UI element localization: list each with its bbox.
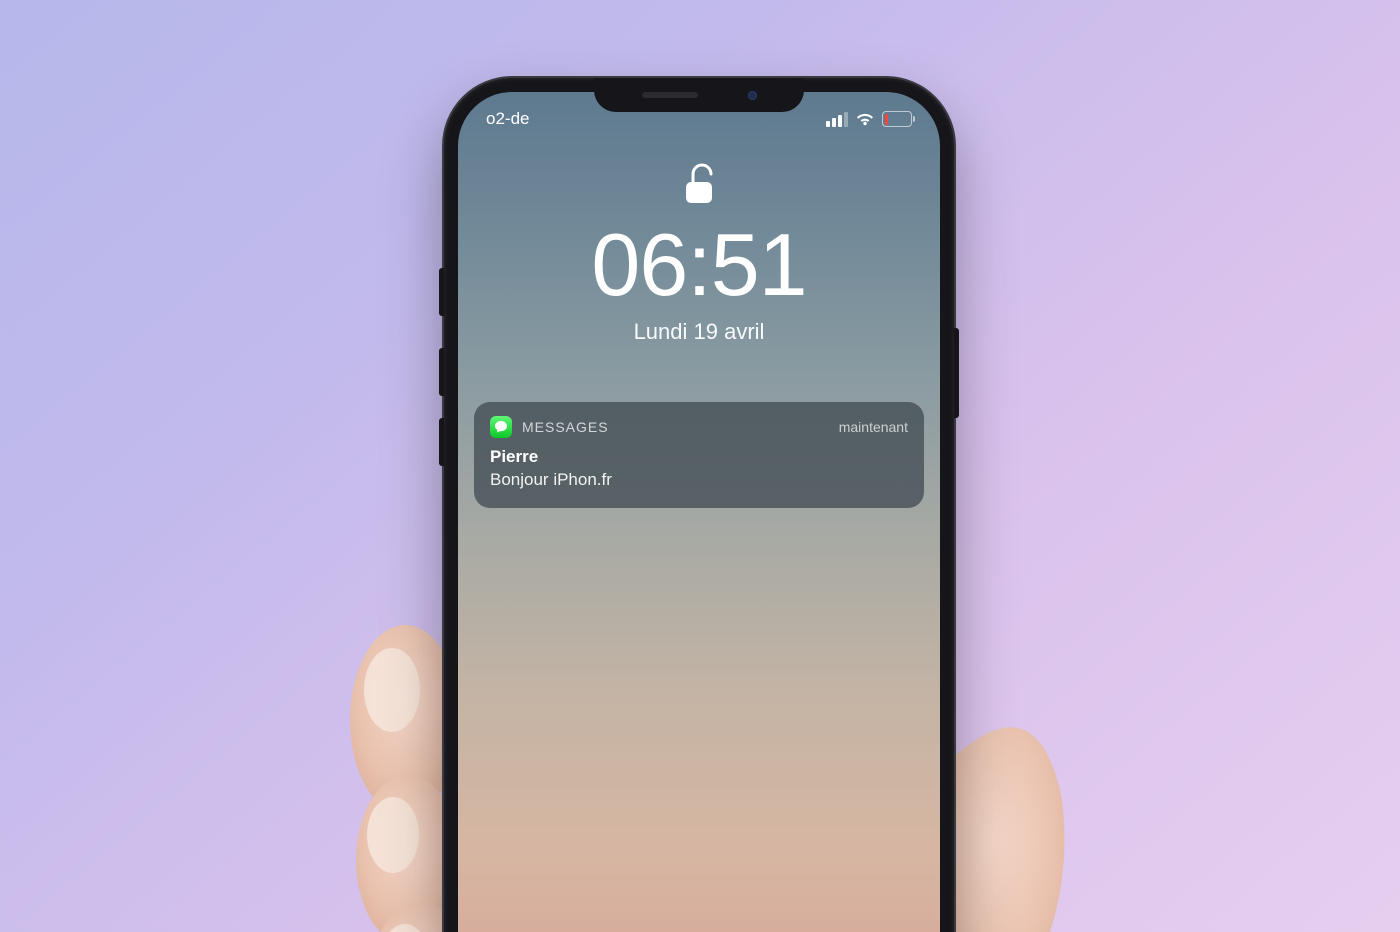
unlock-icon: [682, 162, 716, 211]
clock-time: 06:51: [458, 221, 940, 309]
phone-frame: o2-de 06:51 Lundi 19 avril: [444, 78, 954, 932]
wifi-icon: [855, 112, 875, 127]
cellular-signal-icon: [826, 112, 848, 127]
notification-sender: Pierre: [490, 446, 908, 469]
lock-screen[interactable]: o2-de 06:51 Lundi 19 avril: [458, 92, 940, 932]
notification-when: maintenant: [839, 419, 908, 435]
battery-icon: [882, 111, 912, 127]
messages-icon: [490, 416, 512, 438]
clock-date: Lundi 19 avril: [458, 319, 940, 345]
notch: [594, 78, 804, 112]
notification-message: Bonjour iPhon.fr: [490, 469, 908, 492]
carrier-label: o2-de: [486, 109, 529, 129]
notification-app-name: MESSAGES: [522, 419, 829, 435]
front-camera: [748, 91, 757, 100]
notification-card[interactable]: MESSAGES maintenant Pierre Bonjour iPhon…: [474, 402, 924, 508]
speaker-grille: [642, 92, 698, 98]
